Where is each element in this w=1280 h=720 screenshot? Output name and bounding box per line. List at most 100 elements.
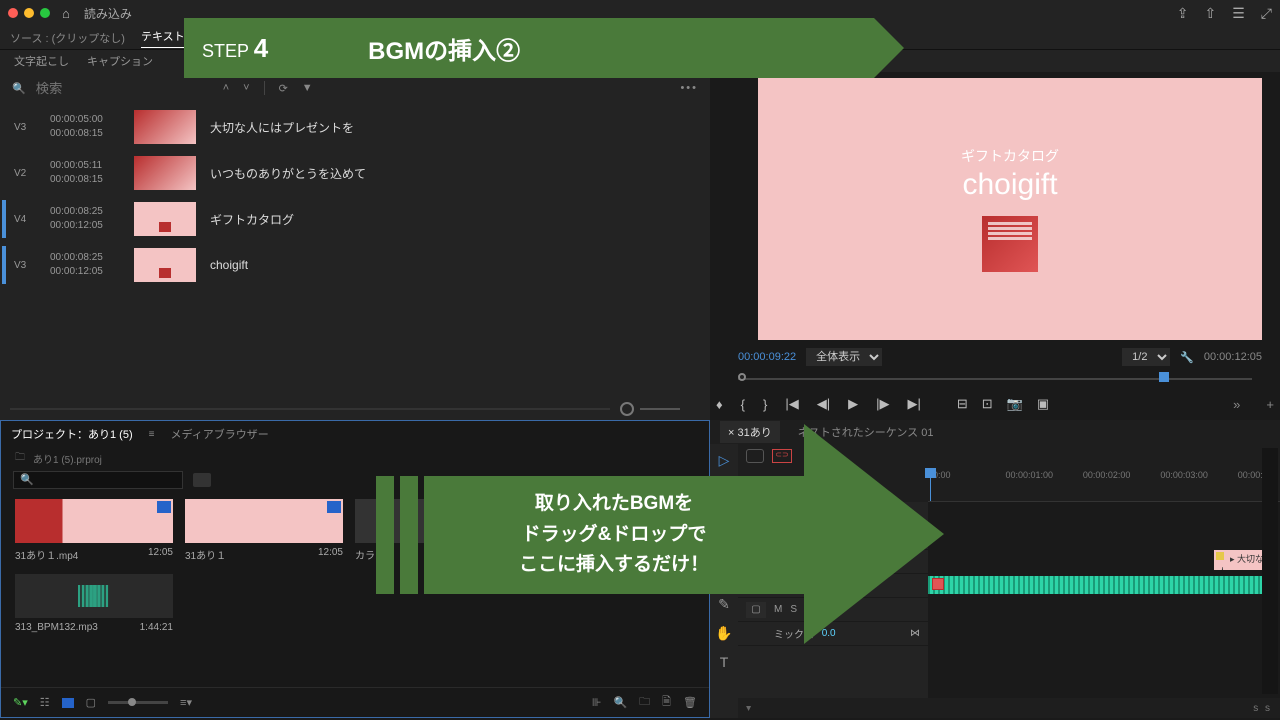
icon-view-icon[interactable] [62, 698, 74, 708]
project-item[interactable]: 313_BPM132.mp31:44:21 [15, 574, 173, 633]
maximize-window-icon[interactable] [40, 8, 50, 18]
go-out-icon[interactable]: ▶| [907, 396, 920, 412]
transport-controls: ♦ { } |◀ ◀| ▶ |▶ ▶| ⊟ ⊡ 📷 ▣ » + [716, 388, 1274, 420]
track-a2[interactable]: ▢MS🎤 [738, 598, 928, 622]
project-search-input[interactable] [13, 471, 183, 489]
panel-menu-icon[interactable]: ••• [680, 82, 698, 94]
close-window-icon[interactable] [8, 8, 18, 18]
subtab-caption[interactable]: キャプション [87, 53, 153, 69]
timeline-tab-2[interactable]: ネストされたシーケンス 01 [790, 421, 942, 443]
panel-menu-icon[interactable]: ≡ [149, 429, 155, 440]
time-ruler[interactable]: 00:00 00:00:01:00 00:00:02:00 00:00:03:0… [928, 468, 1280, 502]
freeform-view-icon[interactable]: ▢ [86, 696, 96, 709]
home-icon[interactable]: ⌂ [62, 6, 70, 21]
pen-tool-icon[interactable]: ✎ [718, 596, 730, 613]
search-input[interactable] [36, 81, 213, 96]
mark-out-icon[interactable]: } [763, 397, 767, 412]
program-monitor: ギフトカタログ choigift 00:00:09:22 全体表示 1/2 🔧 … [710, 72, 1280, 420]
project-item[interactable]: ネストされたシーケンス 0112:05 [525, 499, 683, 562]
trash-icon[interactable]: 🗑 [683, 696, 697, 709]
caption-row[interactable]: V3 00:00:05:0000:00:08:15 大切な人にはプレゼントを [10, 104, 700, 150]
caption-list[interactable]: V3 00:00:05:0000:00:08:15 大切な人にはプレゼントをV2… [0, 104, 710, 398]
preview-canvas[interactable]: ギフトカタログ choigift [758, 78, 1262, 340]
add-marker-icon[interactable]: ♦ [716, 397, 723, 412]
preview-subtitle: ギフトカタログ [961, 146, 1059, 166]
prev-match-icon[interactable]: ˄ [223, 82, 229, 94]
subtab-transcribe[interactable]: 文字起こし [14, 53, 69, 69]
track-a1[interactable]: ▢MS🎤 [738, 574, 928, 598]
list-view-icon[interactable]: ☷ [40, 696, 50, 709]
project-item[interactable]: 31あり１.mp412:05 [15, 499, 173, 562]
bin-icon[interactable]: 🗀 [15, 450, 25, 467]
play-icon[interactable]: ▶ [848, 396, 858, 412]
scrub-bar[interactable] [738, 370, 1252, 388]
track-headers: ▢MS🎤 ▢MS🎤 ▢MS🎤 ミックス0.0⋈ [738, 502, 928, 698]
resolution-dropdown[interactable]: 1/2 [1122, 348, 1170, 366]
pencil-icon[interactable]: ✎▾ [13, 696, 28, 709]
step-back-icon[interactable]: ◀| [817, 396, 830, 412]
project-item[interactable]: 31あり１12:05 [185, 499, 343, 562]
caption-row[interactable]: V2 00:00:05:1100:00:08:15 いつものありがとうを込めて [10, 150, 700, 196]
current-timecode[interactable]: 00:00:09:22 [738, 351, 796, 363]
playhead[interactable] [930, 468, 931, 501]
next-match-icon[interactable]: ˅ [243, 82, 249, 94]
compare-icon[interactable]: ▣ [1037, 396, 1049, 412]
workspace-label[interactable]: 読み込み [84, 5, 132, 22]
zoom-scrollbar[interactable] [0, 398, 710, 420]
lift-icon[interactable]: ⊟ [957, 396, 968, 412]
window-controls[interactable] [8, 8, 50, 18]
timeline-tab-1[interactable]: × 31あり [720, 421, 780, 443]
preview-graphic [982, 216, 1038, 272]
timeline-content[interactable]: ▸ 大切な人 [928, 502, 1280, 698]
find-icon[interactable]: 🔍 [613, 696, 627, 709]
hand-tool-icon[interactable]: ✋ [715, 625, 732, 642]
filter-icon[interactable]: ▼ [302, 82, 313, 94]
go-in-icon[interactable]: |◀ [785, 396, 798, 412]
project-item[interactable]: カラー [355, 499, 513, 562]
settings-icon[interactable]: 🔧 [1180, 351, 1194, 364]
slip-tool-icon[interactable]: ↔ [717, 568, 731, 584]
selection-tool-icon[interactable]: ▷ [719, 452, 730, 469]
tab-project[interactable]: プロジェクト：あり1 (5) [11, 426, 133, 442]
audio-meter [1262, 448, 1278, 694]
ripple-tool-icon[interactable]: ✧ [718, 510, 730, 527]
audio-clip[interactable] [928, 576, 1274, 594]
link-icon[interactable] [746, 449, 764, 463]
caption-row[interactable]: V3 00:00:08:2500:00:12:05 choigift [10, 242, 700, 288]
export-frame-icon[interactable]: 📷 [1007, 396, 1023, 412]
caption-row[interactable]: V4 00:00:08:2500:00:12:05 ギフトカタログ [10, 196, 700, 242]
search-icon[interactable]: 🔍 [12, 82, 26, 95]
expand-icon[interactable]: ▸ [743, 705, 754, 710]
track-v1[interactable]: ▢MS🎤 [738, 550, 928, 574]
project-grid[interactable]: 31あり１.mp412:05 31あり１12:05 カラー ネストされたシーケン… [1, 491, 709, 687]
step-fwd-icon[interactable]: |▶ [876, 396, 889, 412]
thumbnail-size-slider[interactable] [108, 701, 168, 704]
quick-export-icon[interactable]: ⇪ [1177, 5, 1189, 22]
type-tool-icon[interactable]: T [720, 654, 729, 670]
track-mix[interactable]: ミックス0.0⋈ [738, 622, 928, 646]
share-icon[interactable]: ⇧ [1205, 5, 1217, 22]
fit-dropdown[interactable]: 全体表示 [806, 348, 882, 366]
nest-icon[interactable]: ⊂⊃ [772, 449, 792, 463]
razor-tool-icon[interactable]: ✂ [718, 539, 730, 556]
add-button-icon[interactable]: + [1266, 397, 1274, 412]
fullscreen-icon[interactable]: ⤢ [1261, 5, 1272, 22]
new-item-icon[interactable]: 🗎 [662, 693, 671, 712]
refresh-icon[interactable]: ⟳ [279, 82, 288, 95]
sort-icon[interactable]: ≡▾ [180, 696, 192, 709]
track-select-tool-icon[interactable]: ⇥ [718, 481, 730, 498]
tab-media-browser[interactable]: メディアブラウザー [170, 426, 268, 442]
new-bin-icon[interactable]: 🗀 [639, 693, 650, 712]
tab-text[interactable]: テキスト [141, 28, 185, 48]
project-panel: プロジェクト：あり1 (5) ≡ メディアブラウザー 🗀 あり1 (5).prp… [0, 420, 710, 718]
workspace-menu-icon[interactable]: ☰ [1232, 5, 1245, 22]
timeline-panel: × 31あり ネストされたシーケンス 01 ▷ ⇥ ✧ ✂ ↔ ✎ ✋ T ⊂⊃ [710, 420, 1280, 718]
automate-icon[interactable]: ⊪ [592, 696, 602, 709]
tab-source[interactable]: ソース : (クリップなし) [10, 30, 125, 46]
extract-icon[interactable]: ⊡ [982, 396, 993, 412]
minimize-window-icon[interactable] [24, 8, 34, 18]
timecode-units: s s [1253, 703, 1272, 714]
new-bin-icon[interactable] [193, 473, 211, 487]
button-editor-icon[interactable]: » [1233, 397, 1240, 412]
mark-in-icon[interactable]: { [741, 397, 745, 412]
